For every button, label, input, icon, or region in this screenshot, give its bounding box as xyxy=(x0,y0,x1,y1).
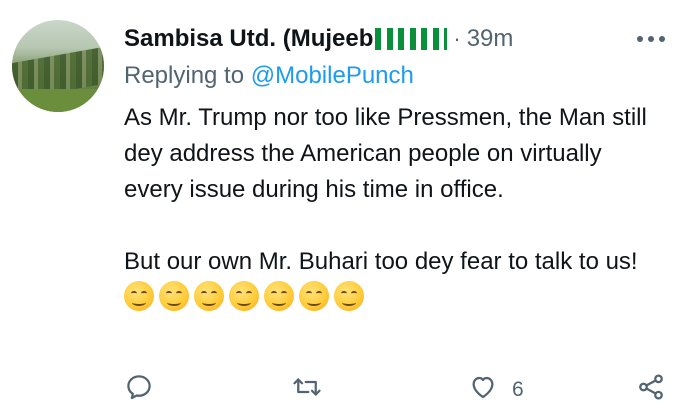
smirking-face-emoji-icon xyxy=(334,281,364,311)
like-button[interactable]: 6 xyxy=(468,372,524,407)
author-name[interactable]: Sambisa Utd. (Mujeeb xyxy=(124,25,373,53)
reply-handle-link[interactable]: @MobilePunch xyxy=(251,62,414,89)
share-icon xyxy=(636,372,666,407)
smirking-face-emoji-icon xyxy=(299,281,329,311)
avatar[interactable] xyxy=(12,20,104,112)
smirking-face-emoji-icon xyxy=(124,281,154,311)
tweet-header: Sambisa Utd. (Mujeeb · 39m xyxy=(124,22,664,56)
nigeria-flag-icon xyxy=(387,28,405,50)
share-button[interactable] xyxy=(636,372,666,407)
tweet-text: As Mr. Trump nor too like Pressmen, the … xyxy=(124,100,664,316)
nigeria-flag-icon xyxy=(375,28,382,50)
nigeria-flag-icon xyxy=(410,28,428,50)
smirking-face-emoji-icon xyxy=(229,281,259,311)
action-bar: 6 xyxy=(124,372,666,406)
reply-icon xyxy=(124,372,154,407)
replying-to-label: Replying to xyxy=(124,62,251,89)
smirking-face-emoji-icon xyxy=(264,281,294,311)
reply-button[interactable] xyxy=(124,372,154,407)
emoji-row xyxy=(124,281,369,311)
smirking-face-emoji-icon xyxy=(194,281,224,311)
tweet-paragraph: But our own Mr. Buhari too dey fear to t… xyxy=(124,244,664,316)
nigeria-flag-icon xyxy=(433,28,448,50)
more-options-icon[interactable] xyxy=(636,28,666,44)
retweet-button[interactable] xyxy=(292,372,322,407)
tweet-timestamp[interactable]: 39m xyxy=(467,25,514,53)
like-count: 6 xyxy=(512,377,524,401)
smirking-face-emoji-icon xyxy=(159,281,189,311)
header-separator: · xyxy=(453,26,461,51)
retweet-icon xyxy=(292,372,322,407)
replying-to: Replying to @MobilePunch xyxy=(124,62,414,90)
nigeria-flag-emojis xyxy=(375,28,448,50)
tweet-paragraph: As Mr. Trump nor too like Pressmen, the … xyxy=(124,104,647,203)
tweet-paragraph-text: But our own Mr. Buhari too dey fear to t… xyxy=(124,248,638,275)
heart-icon xyxy=(468,372,498,407)
